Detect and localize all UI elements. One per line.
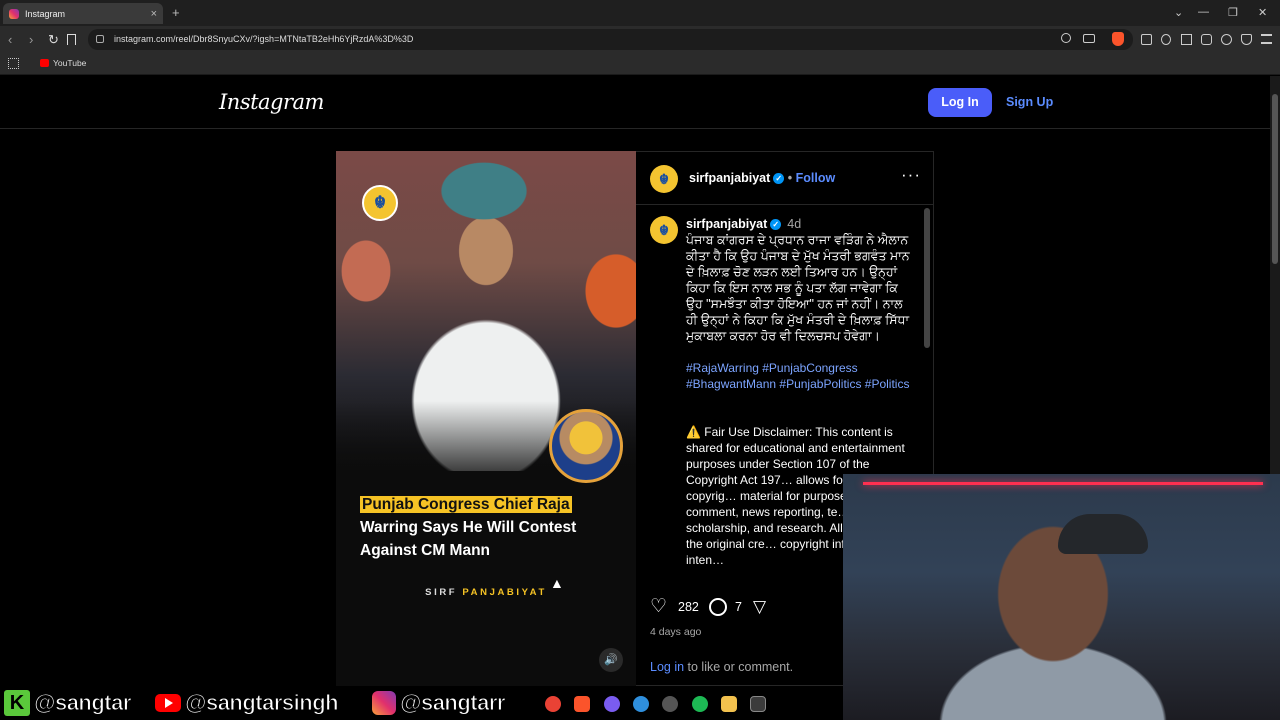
login-prompt-link[interactable]: Log in — [650, 660, 684, 674]
zoom-icon[interactable] — [1061, 33, 1071, 43]
mouse-cursor-icon: ▲ — [550, 575, 564, 591]
minimize-button[interactable]: — — [1198, 6, 1209, 18]
follow-separator: • — [784, 171, 796, 185]
media-icon[interactable] — [1161, 34, 1171, 45]
caption-text: ਪੰਜਾਬ ਕਾਂਗਰਸ ਦੇ ਪ੍ਰਧਾਨ ਰਾਜਾ ਵੜਿੰਗ ਨੇ ਐਲਾ… — [686, 233, 914, 343]
instagram-logo[interactable]: Instagram — [219, 90, 324, 114]
tab-close-icon[interactable]: × — [151, 8, 157, 20]
vpn-shield-icon[interactable] — [1241, 34, 1252, 45]
author-username[interactable]: sirfpanjabiyat — [689, 171, 770, 185]
address-bar[interactable]: instagram.com/reel/Dbr8SnyuCXv/?igsh=MTN… — [88, 29, 1133, 50]
instagram-header: Instagram Log In Sign Up — [0, 76, 1270, 129]
sidebar-icon[interactable] — [1181, 34, 1192, 45]
like-count: 282 — [678, 600, 699, 614]
caption-scrollbar[interactable] — [924, 208, 930, 348]
caption-avatar[interactable]: ☬ — [650, 216, 678, 244]
caption-hashtags[interactable]: #RajaWarring #PunjabCongress #BhagwantMa… — [686, 360, 916, 392]
reel-headline: Punjab Congress Chief Raja Warring Says … — [360, 493, 630, 562]
channel-logo-icon: ☬ — [362, 185, 398, 221]
wallet-icon[interactable] — [1201, 34, 1212, 45]
login-prompt-text: to like or comment. — [684, 660, 794, 674]
forward-button[interactable]: › — [29, 32, 33, 47]
kick-handle: @sangtar — [34, 690, 132, 716]
cm-portrait-inset — [549, 409, 623, 483]
reel-video[interactable]: ☬ Punjab Congress Chief Raja Warring Say… — [336, 151, 636, 686]
apps-grid-icon[interactable] — [8, 58, 19, 69]
instagram-favicon-icon — [9, 8, 19, 19]
tab-title: Instagram — [25, 8, 66, 19]
caption-header: sirfpanjabiyat ✓ 4d — [686, 217, 801, 231]
streamer-handles-bar: K @sangtar @sangtarsingh @sangtarr — [0, 686, 843, 720]
brave-shield-icon[interactable] — [1112, 32, 1124, 46]
back-button[interactable]: ‹ — [8, 32, 12, 47]
cast-icon[interactable] — [1083, 34, 1095, 43]
youtube-favicon-icon — [40, 59, 49, 67]
chrome-taskbar-icon[interactable] — [545, 696, 561, 712]
discord-taskbar-icon[interactable] — [604, 696, 620, 712]
tab-search-dropdown-icon[interactable]: ⌄ — [1174, 6, 1183, 19]
more-options-icon[interactable]: ··· — [901, 165, 921, 185]
close-window-button[interactable]: ✕ — [1258, 6, 1267, 19]
reel-brand-watermark: SIRF PANJABIYAT — [336, 587, 636, 598]
login-prompt: Log in to like or comment. — [650, 660, 793, 674]
brand-right: PANJABIYAT — [462, 587, 547, 598]
caption-verified-icon: ✓ — [770, 219, 782, 230]
app-taskbar-icon[interactable] — [750, 696, 766, 712]
edge-taskbar-icon[interactable] — [633, 696, 649, 712]
share-icon[interactable]: ▽ — [753, 597, 766, 617]
comment-count: 7 — [735, 600, 742, 614]
author-avatar[interactable]: ☬ — [650, 165, 678, 193]
browser-tab-instagram[interactable]: Instagram × — [3, 3, 163, 24]
youtube-logo-icon — [155, 694, 181, 712]
menu-icon[interactable] — [1261, 34, 1272, 44]
site-info-icon[interactable] — [96, 35, 104, 43]
brand-left: SIRF — [425, 587, 463, 598]
browser-tab-bar: Instagram × + ⌄ — ❐ ✕ — [0, 0, 1280, 26]
signup-link[interactable]: Sign Up — [1006, 95, 1053, 109]
reload-button[interactable]: ↻ — [48, 32, 59, 48]
leo-ai-icon[interactable] — [1221, 34, 1232, 45]
caption-username[interactable]: sirfpanjabiyat — [686, 217, 767, 231]
webcam-overlay — [843, 474, 1280, 720]
login-button[interactable]: Log In — [928, 88, 992, 117]
post-date: 4 days ago — [650, 626, 702, 638]
like-heart-icon[interactable]: ♡ — [650, 597, 667, 617]
bookmark-icon[interactable] — [67, 34, 76, 45]
mute-toggle-icon[interactable]: 🔊 — [599, 648, 623, 672]
verified-badge-icon: ✓ — [773, 173, 785, 184]
bookmark-youtube[interactable]: YouTube — [53, 58, 86, 68]
kick-logo-icon: K — [4, 690, 30, 716]
post-header-user: sirfpanjabiyat ✓ • Follow — [689, 171, 835, 185]
follow-button[interactable]: Follow — [796, 171, 836, 185]
spotify-taskbar-icon[interactable] — [692, 696, 708, 712]
browser-toolbar: ‹ › ↻ instagram.com/reel/Dbr8SnyuCXv/?ig… — [0, 26, 1280, 53]
restore-button[interactable]: ❐ — [1228, 6, 1238, 19]
bookmarks-bar: YouTube — [0, 53, 1280, 75]
new-tab-button[interactable]: + — [172, 5, 180, 20]
webcam-led-strip — [863, 482, 1263, 485]
instagram-logo-icon — [372, 691, 396, 715]
warning-icon: ⚠️ — [686, 425, 701, 439]
brave-taskbar-icon[interactable] — [574, 696, 590, 712]
youtube-handle: @sangtarsingh — [184, 690, 339, 716]
file-explorer-taskbar-icon[interactable] — [721, 696, 737, 712]
webcam-person-headwear — [1058, 514, 1148, 554]
instagram-handle: @sangtarr — [400, 690, 506, 716]
extensions-icon[interactable] — [1141, 34, 1152, 45]
obs-taskbar-icon[interactable] — [662, 696, 678, 712]
reel-headline-highlight: Punjab Congress Chief Raja — [360, 496, 572, 513]
comment-icon[interactable] — [709, 598, 727, 616]
post-header: ☬ sirfpanjabiyat ✓ • Follow ··· — [636, 152, 934, 205]
caption-time: 4d — [787, 217, 802, 231]
reel-headline-rest: Warring Says He Will Contest Against CM … — [360, 519, 577, 559]
page-scrollbar-thumb[interactable] — [1272, 94, 1278, 264]
url-text: instagram.com/reel/Dbr8SnyuCXv/?igsh=MTN… — [114, 34, 414, 44]
